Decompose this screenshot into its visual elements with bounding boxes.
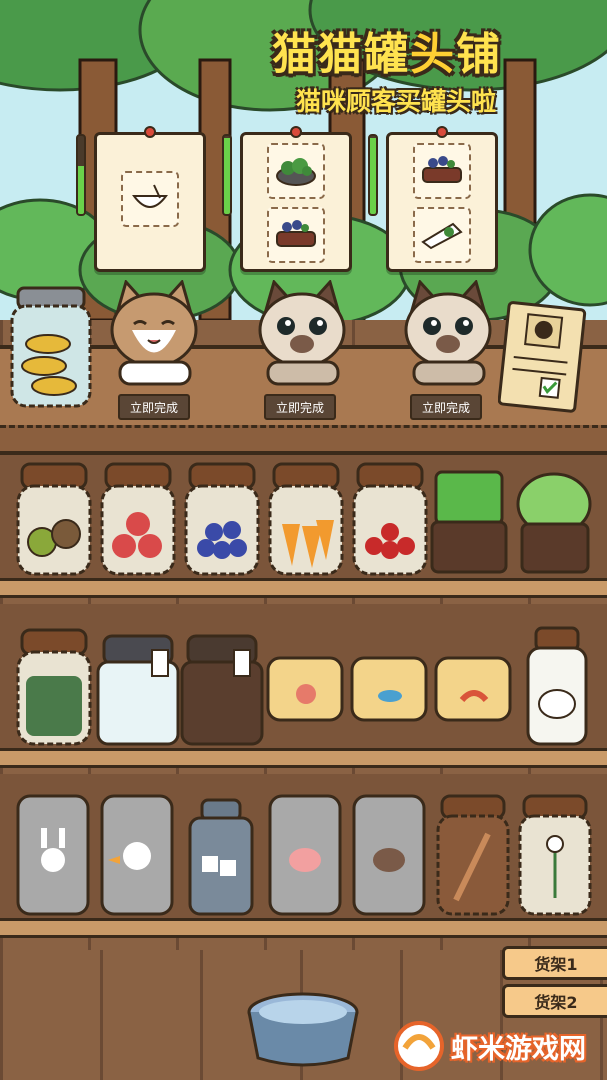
rabbit-can[interactable] (16, 794, 90, 918)
order-slot (267, 207, 325, 263)
game-scene: 猫猫罐头铺 猫咪顾客买罐头啦 立即完成 立即完成 立即完成 货架1 货架2 虾米… (0, 0, 607, 1080)
watermark-text: 虾米游戏网 (451, 1033, 586, 1065)
strawberry-jar[interactable] (98, 462, 178, 578)
grilled-meat-icon (422, 156, 462, 183)
patience-bar (222, 134, 232, 216)
water-bowl[interactable] (244, 990, 362, 1068)
patience-fill (370, 137, 376, 214)
recipe-notebook-icon[interactable] (498, 298, 588, 414)
complete-now-button[interactable]: 立即完成 (264, 394, 336, 420)
tofu-can[interactable] (188, 798, 254, 918)
counter-front (0, 425, 607, 455)
complete-now-button[interactable]: 立即完成 (118, 394, 190, 420)
fish-can[interactable] (350, 656, 428, 722)
cat-customer-tabby[interactable] (104, 280, 204, 390)
game-subtitle: 猫咪顾客买罐头啦 (296, 87, 497, 116)
wrap-icon (421, 222, 463, 250)
shelf-2-tab[interactable]: 货架2 (502, 984, 607, 1018)
kiwi-jar[interactable] (14, 462, 94, 578)
milk-jug[interactable] (96, 634, 180, 748)
salad-icon (276, 158, 316, 186)
patience-fill (224, 137, 230, 214)
fish-treat-jar[interactable] (8, 286, 94, 410)
prawn-can[interactable] (434, 656, 512, 722)
watermark: 虾米游戏网 (393, 1020, 586, 1072)
cow-can[interactable] (352, 794, 426, 918)
pin-icon (290, 126, 302, 138)
shelf-1-tab[interactable]: 货架1 (502, 946, 607, 980)
cat-customer-siamese[interactable] (398, 280, 498, 390)
duck-can[interactable] (100, 794, 174, 918)
shelf-board (0, 578, 607, 598)
patience-bar (76, 134, 86, 216)
lettuce-pot[interactable] (514, 468, 596, 578)
herb-jar[interactable] (14, 628, 94, 748)
order-slot (413, 207, 471, 263)
pin-icon (144, 126, 156, 138)
order-card (94, 126, 206, 272)
shelf-board (0, 918, 607, 938)
patience-bar (368, 134, 378, 216)
bowl-icon (132, 184, 168, 208)
order-slot (413, 143, 471, 199)
order-slot (267, 143, 325, 199)
cherry-jar[interactable] (350, 462, 430, 578)
shrimp-can[interactable] (266, 656, 344, 722)
blueberry-jar[interactable] (182, 462, 262, 578)
wheatgrass-pot[interactable] (430, 468, 508, 578)
grilled-meat-icon (276, 220, 316, 247)
game-title: 猫猫罐头铺 (272, 29, 502, 80)
stick-jar[interactable] (436, 794, 510, 918)
pig-can[interactable] (268, 794, 342, 918)
carrot-jar[interactable] (266, 462, 346, 578)
cat-customer-siamese[interactable] (252, 280, 352, 390)
order-card (240, 126, 352, 272)
patience-fill (78, 165, 84, 214)
pin-icon (436, 126, 448, 138)
sheep-milk-bottle[interactable] (526, 626, 588, 748)
shelf-board (0, 748, 607, 768)
watermark-logo-icon (394, 1021, 444, 1071)
order-card (386, 126, 498, 272)
flower-jar[interactable] (518, 794, 592, 918)
complete-now-button[interactable]: 立即完成 (410, 394, 482, 420)
dark-jug[interactable] (180, 634, 264, 748)
order-slot (121, 171, 179, 227)
